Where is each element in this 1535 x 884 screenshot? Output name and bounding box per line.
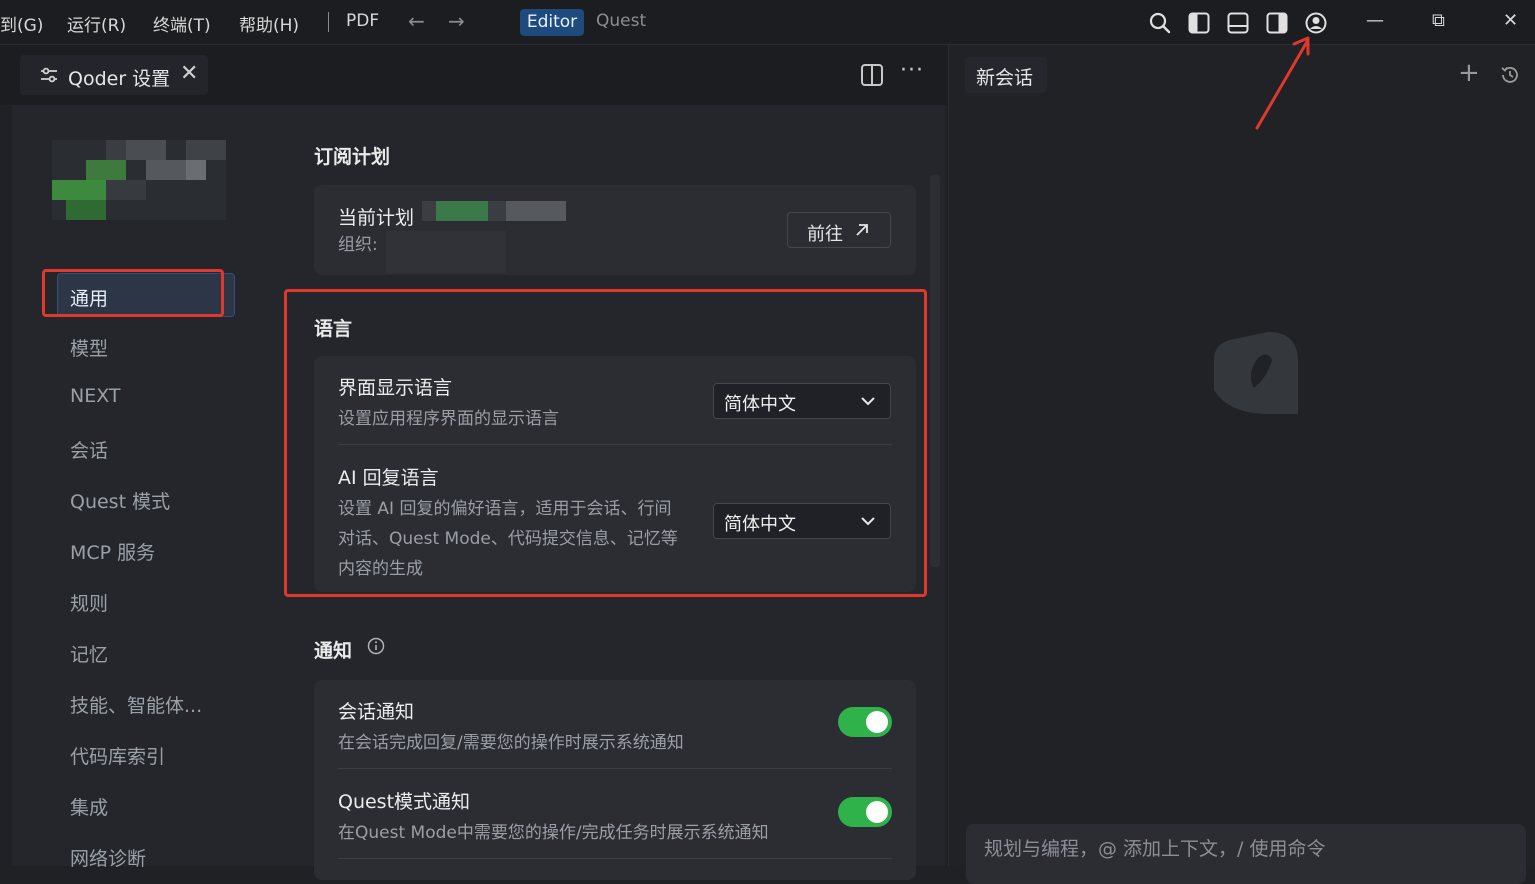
chevron-down-icon <box>861 397 875 406</box>
menu-terminal[interactable]: 终端(T) <box>153 11 211 36</box>
chat-input-box[interactable] <box>966 824 1526 884</box>
ai-language-title: AI 回复语言 <box>338 467 439 489</box>
pdf-menu[interactable]: PDF <box>346 11 379 31</box>
organization-redacted <box>386 231 506 273</box>
ai-language-select[interactable]: 简体中文 <box>713 503 891 539</box>
settings-scrollbar[interactable] <box>930 175 940 567</box>
qoder-logo-icon <box>1214 332 1298 415</box>
chat-notification-desc: 在会话完成回复/需要您的操作时展示系统通知 <box>338 733 684 753</box>
chat-notification-toggle[interactable] <box>838 707 892 737</box>
quest-notification-title: Quest模式通知 <box>338 791 471 813</box>
quest-mode-tab[interactable]: Quest <box>596 11 646 31</box>
ai-language-desc-line-3: 内容的生成 <box>338 559 423 579</box>
annotation-arrow <box>1255 36 1310 130</box>
quest-notification-toggle[interactable] <box>838 797 892 827</box>
sidebar-item-rules[interactable]: 规则 <box>70 589 108 616</box>
settings-tune-icon <box>41 67 57 83</box>
new-chat-button[interactable]: + <box>1458 60 1480 86</box>
ai-language-value: 简体中文 <box>724 514 796 535</box>
avatar <box>52 140 226 220</box>
editor-mode-tab[interactable]: Editor <box>520 9 584 36</box>
sidebar-item-integrations[interactable]: 集成 <box>70 793 108 820</box>
menu-separator <box>328 12 329 32</box>
settings-editor-tab[interactable]: Qoder 设置 ✕ <box>20 55 208 95</box>
info-icon[interactable] <box>367 637 385 655</box>
ui-language-value: 简体中文 <box>724 394 796 415</box>
quest-notification-desc: 在Quest Mode中需要您的操作/完成任务时展示系统通知 <box>338 823 769 843</box>
toggle-left-panel-icon[interactable] <box>1188 12 1210 34</box>
sidebar-item-code-index[interactable]: 代码库索引 <box>70 742 165 769</box>
organization-label: 组织: <box>338 235 378 255</box>
chat-panel <box>948 45 1535 866</box>
language-section-title: 语言 <box>314 318 353 340</box>
split-editor-icon[interactable] <box>860 63 884 87</box>
notifications-section-title: 通知 <box>314 640 353 662</box>
history-icon[interactable] <box>1499 64 1521 86</box>
new-chat-tab[interactable]: 新会话 <box>965 57 1047 93</box>
search-icon[interactable] <box>1149 12 1171 34</box>
subscription-section-title: 订阅计划 <box>314 146 391 168</box>
plan-name-redacted <box>422 201 566 221</box>
sidebar-item-next[interactable]: NEXT <box>70 385 121 407</box>
toggle-bottom-panel-icon[interactable] <box>1227 12 1249 34</box>
ai-language-desc-line-1: 设置 AI 回复的偏好语言，适用于会话、行间 <box>338 499 672 519</box>
menu-goto[interactable]: 到(G) <box>0 11 43 36</box>
chat-input[interactable] <box>982 836 1506 862</box>
sidebar-item-general-label: 通用 <box>70 288 109 310</box>
sidebar-item-chat[interactable]: 会话 <box>70 436 108 463</box>
restore-button[interactable]: ⧉ <box>1432 10 1445 31</box>
external-link-icon <box>856 224 868 236</box>
notification-divider <box>338 768 892 769</box>
ai-language-desc-line-2: 对话、Quest Mode、代码提交信息、记忆等 <box>338 529 678 549</box>
sidebar-item-memory[interactable]: 记忆 <box>70 640 108 667</box>
close-window-button[interactable]: ✕ <box>1503 10 1518 31</box>
menu-run[interactable]: 运行(R) <box>67 11 126 36</box>
back-arrow-icon[interactable]: ← <box>408 9 425 33</box>
new-chat-tab-title: 新会话 <box>976 67 1034 89</box>
menu-help[interactable]: 帮助(H) <box>239 11 299 36</box>
language-divider <box>338 444 892 445</box>
chevron-down-icon <box>861 517 875 526</box>
ui-language-title: 界面显示语言 <box>338 377 453 399</box>
goto-button-label: 前往 <box>807 224 843 245</box>
sidebar-item-quest-mode[interactable]: Quest 模式 <box>70 487 170 514</box>
goto-button[interactable]: 前往 <box>787 212 891 248</box>
settings-tab-title: Qoder 设置 <box>68 68 171 90</box>
current-plan-label: 当前计划 <box>338 207 415 229</box>
notification-divider-2 <box>338 858 892 859</box>
forward-arrow-icon[interactable]: → <box>448 9 465 33</box>
minimize-button[interactable]: — <box>1366 10 1384 31</box>
chat-notification-title: 会话通知 <box>338 701 415 723</box>
close-tab-icon[interactable]: ✕ <box>180 61 198 86</box>
ui-language-select[interactable]: 简体中文 <box>713 383 891 419</box>
sidebar-item-network[interactable]: 网络诊断 <box>70 844 146 871</box>
sidebar-item-models[interactable]: 模型 <box>70 334 108 361</box>
ui-language-desc: 设置应用程序界面的显示语言 <box>338 409 559 429</box>
sidebar-item-mcp[interactable]: MCP 服务 <box>70 538 155 565</box>
sidebar-item-skills[interactable]: 技能、智能体... <box>70 691 202 718</box>
more-actions-icon[interactable]: ··· <box>900 58 924 83</box>
